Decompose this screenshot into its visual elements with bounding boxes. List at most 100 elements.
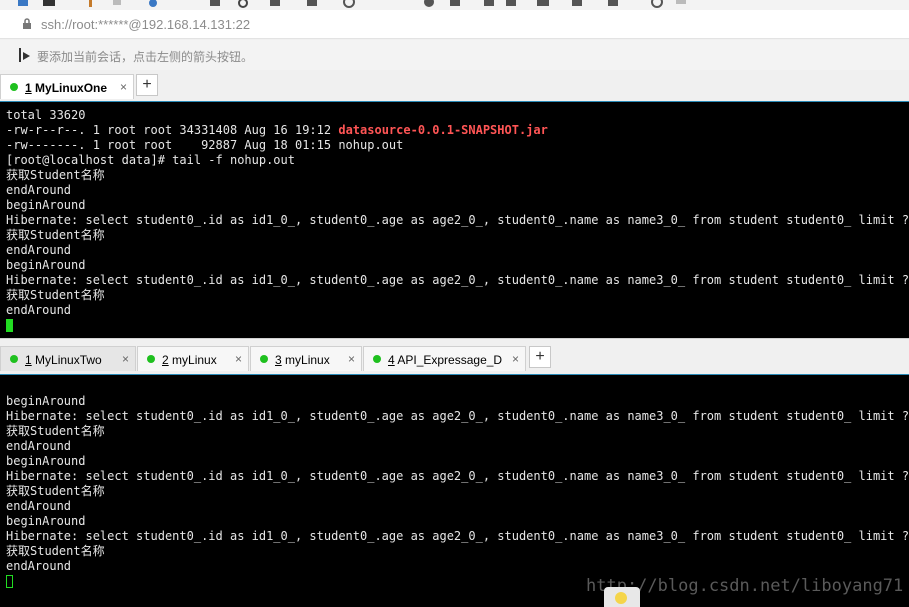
terminal-line-text: Hibernate: select student0_.id as id1_0_… (6, 273, 909, 287)
terminal-line-highlight: datasource-0.0.1-SNAPSHOT.jar (338, 123, 548, 137)
terminal-line: 获取Student名称 (6, 168, 105, 183)
terminal-line-text: beginAround (6, 198, 86, 212)
terminal-line: 获取Student名称 (6, 288, 105, 303)
tab-mylinux-3[interactable]: 3 myLinux × (250, 346, 362, 371)
terminal-top[interactable]: total 33620 -rw-r--r--. 1 root root 34331… (0, 101, 909, 338)
new-session-icon[interactable] (16, 0, 30, 8)
bottom-tab-bar: 1 MyLinuxTwo × 2 myLinux × 3 myLinux × 4… (0, 338, 909, 374)
terminal-line-text: beginAround (6, 454, 86, 468)
session-status-icon (260, 355, 268, 363)
search-icon[interactable] (236, 0, 250, 8)
terminal-line: 获取Student名称 (6, 424, 105, 439)
terminal-cursor (6, 319, 13, 332)
terminal-line: endAround (6, 183, 71, 198)
tab-number: 4 (388, 353, 395, 367)
close-icon[interactable]: × (120, 80, 127, 94)
tab-api-expressage[interactable]: 4 API_Expressage_D × (363, 346, 526, 371)
terminal-line-text: beginAround (6, 514, 86, 528)
tab-number: 2 (162, 353, 169, 367)
terminal-line-text: -rw-------. 1 root root 92887 Aug 18 01:… (6, 138, 404, 152)
tab-label: MyLinuxOne (35, 81, 108, 95)
lock-screen-icon[interactable] (504, 0, 518, 8)
terminal-line: endAround (6, 303, 71, 318)
new-tab-button[interactable]: + (529, 346, 551, 368)
terminal-line: beginAround (6, 454, 85, 469)
terminal-line: endAround (6, 559, 71, 574)
session-status-icon (147, 355, 155, 363)
tab-number: 3 (275, 353, 282, 367)
terminal-line-text: [root@localhost data]# tail -f nohup.out (6, 153, 295, 167)
terminal-line: 获取Student名称 (6, 484, 105, 499)
terminal-line: 获取Student名称 (6, 544, 105, 559)
terminal-line-text: Hibernate: select student0_.id as id1_0_… (6, 213, 909, 227)
tab-label: MyLinuxTwo (35, 353, 102, 367)
terminal-line: endAround (6, 243, 71, 258)
terminal-line-text: endAround (6, 183, 72, 197)
refresh-icon[interactable] (422, 0, 436, 8)
help-icon[interactable] (650, 0, 664, 8)
compose-icon[interactable] (570, 0, 584, 8)
new-tab-button[interactable]: + (136, 74, 158, 96)
terminal-line-text: beginAround (6, 394, 86, 408)
terminal-line-text: endAround (6, 499, 72, 513)
tab-number: 1 (25, 353, 32, 367)
terminal-line: [root@localhost data]# tail -f nohup.out (6, 153, 295, 168)
terminal-cursor (6, 575, 13, 588)
tab-mylinuxtwo[interactable]: 1 MyLinuxTwo × (0, 346, 136, 371)
cut-icon[interactable] (110, 0, 124, 8)
arrow-icon[interactable] (18, 47, 32, 63)
address-bar[interactable]: ssh://root:******@192.168.14.131:22 (0, 10, 909, 39)
pencil-icon[interactable] (86, 0, 100, 8)
close-icon[interactable]: × (348, 352, 355, 366)
terminal-line: endAround (6, 499, 71, 514)
terminal-line: beginAround (6, 514, 85, 529)
terminal-line: Hibernate: select student0_.id as id1_0_… (6, 273, 909, 288)
terminal-line-text: 获取Student名称 (6, 424, 105, 438)
terminal-line-text: 获取Student名称 (6, 484, 105, 498)
find-icon[interactable] (208, 0, 222, 8)
terminal-line: Hibernate: select student0_.id as id1_0_… (6, 409, 909, 424)
terminal-line-text: -rw-r--r--. 1 root root 34331408 Aug 16 … (6, 123, 339, 137)
tab-mylinuxone[interactable]: 1 MyLinuxOne × (0, 74, 134, 99)
terminal-line-text: endAround (6, 243, 72, 257)
globe-icon[interactable] (342, 0, 356, 8)
tab-label: myLinux (285, 353, 330, 367)
print-icon[interactable] (268, 0, 282, 8)
settings-icon[interactable] (146, 0, 160, 8)
window-icon[interactable] (482, 0, 496, 8)
terminal-line: 获取Student名称 (6, 228, 105, 243)
close-icon[interactable]: × (235, 352, 242, 366)
terminal-line: beginAround (6, 258, 85, 273)
terminal-line: beginAround (6, 394, 85, 409)
script-icon[interactable] (448, 0, 462, 8)
terminal-line: Hibernate: select student0_.id as id1_0_… (6, 213, 909, 228)
terminal-line-text: Hibernate: select student0_.id as id1_0_… (6, 469, 909, 483)
lightbulb-icon (604, 587, 640, 607)
top-tab-bar: 1 MyLinuxOne × + (0, 70, 909, 101)
transfer-icon[interactable] (305, 0, 319, 8)
keyboard-icon[interactable] (536, 0, 550, 8)
terminal-bottom[interactable]: beginAround Hibernate: select student0_.i… (0, 374, 909, 607)
terminal-line: Hibernate: select student0_.id as id1_0_… (6, 529, 909, 544)
close-icon[interactable]: × (122, 352, 129, 366)
terminal-line-text: 获取Student名称 (6, 168, 105, 182)
tab-label: API_Expressage_D (397, 353, 503, 367)
terminal-line-text: 获取Student名称 (6, 288, 105, 302)
tab-mylinux-2[interactable]: 2 myLinux × (137, 346, 249, 371)
hint-text: 要添加当前会话，点击左侧的箭头按钮。 (37, 50, 254, 64)
close-icon[interactable]: × (512, 352, 519, 366)
folder-icon[interactable] (42, 0, 56, 8)
terminal-line-text: beginAround (6, 258, 86, 272)
terminal-line: Hibernate: select student0_.id as id1_0_… (6, 469, 909, 484)
terminal-line-text: endAround (6, 439, 72, 453)
session-status-icon (10, 83, 18, 91)
terminal-line: beginAround (6, 198, 85, 213)
terminal-line-text: 获取Student名称 (6, 228, 105, 242)
terminal-line-text: total 33620 (6, 108, 86, 122)
chat-icon[interactable] (674, 0, 688, 8)
session-status-icon (373, 355, 381, 363)
hint-bar: 要添加当前会话，点击左侧的箭头按钮。 (0, 40, 909, 70)
layout-icon[interactable] (606, 0, 620, 8)
session-url[interactable]: ssh://root:******@192.168.14.131:22 (41, 17, 250, 32)
terminal-line: total 33620 (6, 108, 85, 123)
